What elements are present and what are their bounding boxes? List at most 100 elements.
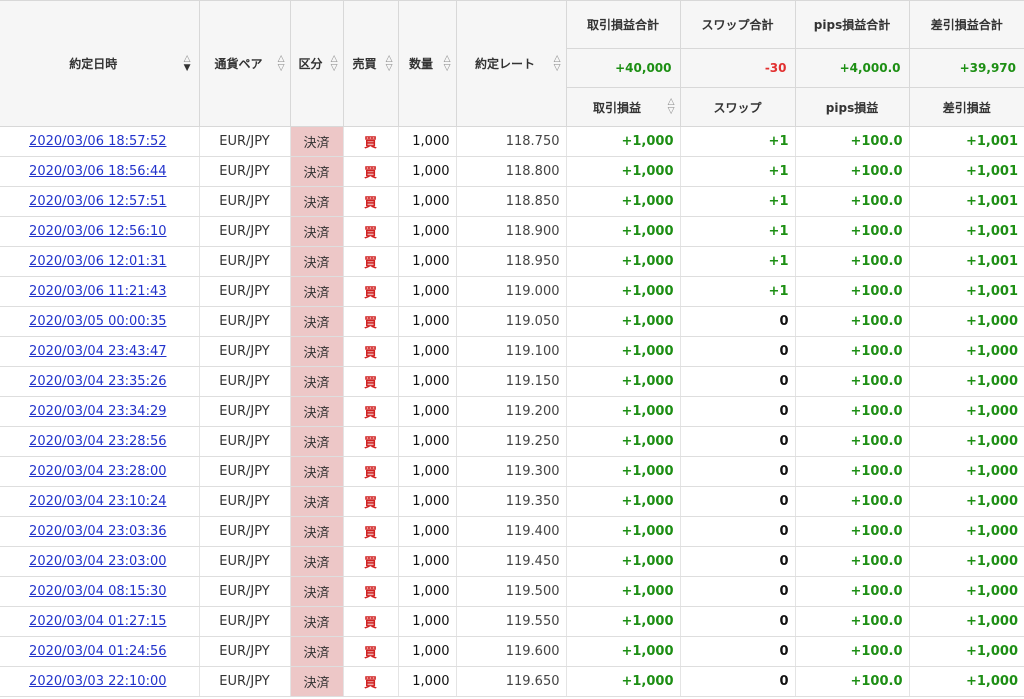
pair-cell: EUR/JPY [199,576,291,607]
table-row[interactable]: 2020/03/04 23:10:24 EUR/JPY 決済買 1,000 119.35… [0,486,1024,517]
swap-cell: +1 [680,216,796,247]
col-header-pair[interactable]: 通貨ペア △ ▽ [198,0,291,127]
table-row[interactable]: 2020/03/04 23:03:36 EUR/JPY 決済買 1,000 119.40… [0,516,1024,547]
date-link[interactable]: 2020/03/04 01:24:56 [29,644,166,659]
col-header-qty[interactable]: 数量 △ ▽ [397,0,457,127]
date-link[interactable]: 2020/03/04 23:28:56 [29,434,166,449]
date-link[interactable]: 2020/03/06 18:56:44 [29,164,166,179]
col-header-side[interactable]: 売買 △ ▽ [342,0,399,127]
table-row[interactable]: 2020/03/06 12:56:10 EUR/JPY 決済買 1,000 118.90… [0,216,1024,247]
pips-cell: +100.0 [795,666,910,697]
date-link[interactable]: 2020/03/05 00:00:35 [29,314,166,329]
table-row[interactable]: 2020/03/06 12:57:51 EUR/JPY 決済買 1,000 118.85… [0,186,1024,217]
table-row[interactable]: 2020/03/04 01:24:56 EUR/JPY 決済買 1,000 119.60… [0,636,1024,667]
table-row[interactable]: 2020/03/05 00:00:35 EUR/JPY 決済買 1,000 119.05… [0,306,1024,337]
date-link[interactable]: 2020/03/06 18:57:52 [29,134,166,149]
table-row[interactable]: 2020/03/06 18:57:52 EUR/JPY 決済買 1,000 118.75… [0,126,1024,157]
date-cell: 2020/03/04 01:27:15 [0,606,200,637]
date-link[interactable]: 2020/03/04 23:28:00 [29,464,166,479]
date-link[interactable]: 2020/03/06 12:01:31 [29,254,166,269]
date-link[interactable]: 2020/03/04 01:27:15 [29,614,166,629]
side-cell: 買 [343,156,399,187]
pair-cell: EUR/JPY [199,606,291,637]
col-header-rate-label: 約定レート [474,57,535,71]
type-cell: 決済 [290,516,344,547]
date-link[interactable]: 2020/03/06 12:56:10 [29,224,166,239]
qty-cell: 1,000 [398,306,457,337]
date-link[interactable]: 2020/03/04 23:03:36 [29,524,166,539]
col-header-date-label: 約定日時 [69,57,118,71]
sort-toggle-trade-pl[interactable]: △ ▽ [668,98,675,116]
sort-toggle-side[interactable]: △ ▽ [385,54,393,73]
table-row[interactable]: 2020/03/04 23:43:47 EUR/JPY 決済買 1,000 119.10… [0,336,1024,367]
date-link[interactable]: 2020/03/04 23:43:47 [29,344,166,359]
trade-pl-cell: +1,000 [566,666,681,697]
col-header-date[interactable]: 約定日時 △ ▼ [0,0,200,127]
date-link[interactable]: 2020/03/04 23:03:00 [29,554,166,569]
date-cell: 2020/03/06 12:56:10 [0,216,200,247]
col-header-pair-label: 通貨ペア [214,57,263,71]
qty-cell: 1,000 [398,486,457,517]
table-row[interactable]: 2020/03/04 23:34:29 EUR/JPY 決済買 1,000 119.20… [0,396,1024,427]
table-row[interactable]: 2020/03/06 12:01:31 EUR/JPY 決済買 1,000 118.95… [0,246,1024,277]
col-header-type[interactable]: 区分 △ ▽ [289,0,344,127]
trade-pl-cell: +1,000 [566,216,681,247]
qty-cell: 1,000 [398,636,457,667]
net-cell: +1,001 [909,246,1024,277]
sort-toggle-date[interactable]: △ ▼ [184,54,191,73]
type-cell: 決済 [290,126,344,157]
sort-toggle-qty[interactable]: △ ▽ [444,54,451,73]
swap-cell: 0 [680,666,796,697]
sort-down-icon: ▽ [385,62,393,73]
date-link[interactable]: 2020/03/06 12:57:51 [29,194,166,209]
table-row[interactable]: 2020/03/04 01:27:15 EUR/JPY 決済買 1,000 119.55… [0,606,1024,637]
table-row[interactable]: 2020/03/04 23:03:00 EUR/JPY 決済買 1,000 119.45… [0,546,1024,577]
qty-cell: 1,000 [398,216,457,247]
type-cell: 決済 [290,456,344,487]
table-row[interactable]: 2020/03/03 22:10:00 EUR/JPY 決済買 1,000 119.65… [0,666,1024,697]
date-cell: 2020/03/03 22:10:00 [0,666,200,697]
type-cell: 決済 [290,306,344,337]
trade-pl-cell: +1,000 [566,486,681,517]
net-cell: +1,000 [909,456,1024,487]
table-row[interactable]: 2020/03/04 23:28:56 EUR/JPY 決済買 1,000 119.25… [0,426,1024,457]
table-row[interactable]: 2020/03/06 18:56:44 EUR/JPY 決済買 1,000 118.80… [0,156,1024,187]
swap-cell: 0 [680,636,796,667]
date-link[interactable]: 2020/03/04 23:10:24 [29,494,166,509]
table-row[interactable]: 2020/03/04 08:15:30 EUR/JPY 決済買 1,000 119.50… [0,576,1024,607]
date-link[interactable]: 2020/03/06 11:21:43 [29,284,166,299]
pips-cell: +100.0 [795,276,910,307]
sort-toggle-pair[interactable]: △ ▽ [278,54,285,73]
col-header-rate[interactable]: 約定レート △ ▽ [455,0,567,127]
date-cell: 2020/03/04 23:35:26 [0,366,200,397]
sort-toggle-rate[interactable]: △ ▽ [554,54,561,73]
rate-cell: 118.850 [456,186,567,217]
net-cell: +1,000 [909,486,1024,517]
qty-cell: 1,000 [398,576,457,607]
date-link[interactable]: 2020/03/04 23:35:26 [29,374,166,389]
table-row[interactable]: 2020/03/04 23:35:26 EUR/JPY 決済買 1,000 119.15… [0,366,1024,397]
rate-cell: 119.350 [456,486,567,517]
col-header-net-pl: 差引損益 [908,87,1024,127]
rate-cell: 119.600 [456,636,567,667]
total-label-trade-pl: 取引損益合計 [565,0,681,49]
table-row[interactable]: 2020/03/04 23:28:00 EUR/JPY 決済買 1,000 119.30… [0,456,1024,487]
col-header-trade-pl[interactable]: 取引損益 △ ▽ [565,87,681,127]
qty-cell: 1,000 [398,546,457,577]
pips-cell: +100.0 [795,576,910,607]
sort-toggle-type[interactable]: △ ▽ [331,54,338,73]
table-row[interactable]: 2020/03/06 11:21:43 EUR/JPY 決済買 1,000 119.00… [0,276,1024,307]
type-cell: 決済 [290,336,344,367]
total-swap-value: -30 [764,61,787,75]
date-cell: 2020/03/04 08:15:30 [0,576,200,607]
date-link[interactable]: 2020/03/04 23:34:29 [29,404,166,419]
rate-cell: 118.750 [456,126,567,157]
pair-cell: EUR/JPY [199,366,291,397]
qty-cell: 1,000 [398,426,457,457]
date-link[interactable]: 2020/03/04 08:15:30 [29,584,166,599]
date-link[interactable]: 2020/03/03 22:10:00 [29,674,166,689]
total-trade-pl-value: +40,000 [615,61,672,75]
col-header-qty-label: 数量 [408,57,433,71]
date-cell: 2020/03/04 23:03:36 [0,516,200,547]
rate-cell: 119.250 [456,426,567,457]
